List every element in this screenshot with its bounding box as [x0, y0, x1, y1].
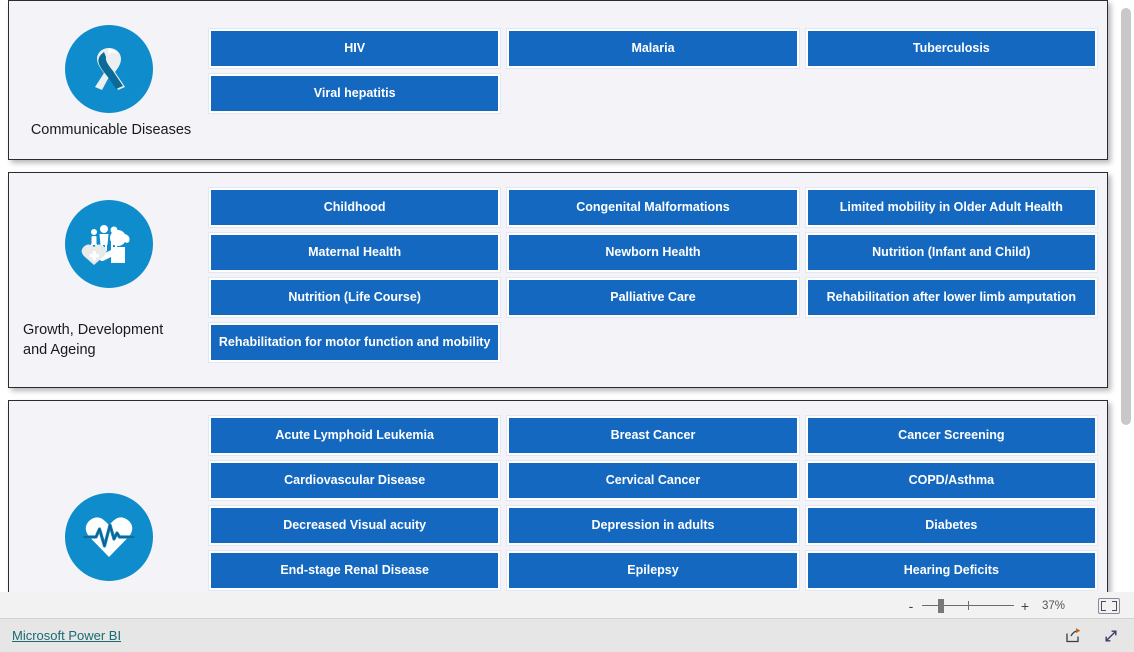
section-communicable-diseases: Communicable Diseases HIV Malaria Tuberc… [8, 0, 1108, 160]
footer-actions [1065, 627, 1120, 645]
tile-cardiovascular-disease[interactable]: Cardiovascular Disease [207, 460, 502, 501]
tile-decreased-visual-acuity[interactable]: Decreased Visual acuity [207, 505, 502, 546]
tile-depression-in-adults[interactable]: Depression in adults [506, 505, 800, 546]
tile-epilepsy[interactable]: Epilepsy [506, 550, 800, 591]
tile-hiv[interactable]: HIV [207, 28, 502, 69]
section-noncommunicable-diseases: Acute Lymphoid Leukemia Breast Cancer Ca… [8, 400, 1108, 592]
zoom-slider-thumb[interactable] [938, 598, 944, 613]
tile-cervical-cancer[interactable]: Cervical Cancer [506, 460, 800, 501]
tile-breast-cancer[interactable]: Breast Cancer [506, 415, 800, 456]
vertical-scrollbar[interactable] [1118, 0, 1134, 592]
family-care-icon [65, 200, 153, 288]
fit-to-screen-icon[interactable] [1098, 597, 1120, 614]
vertical-scrollbar-thumb[interactable] [1121, 8, 1131, 425]
tile-viral-hepatitis[interactable]: Viral hepatitis [207, 73, 502, 114]
tile-newborn-health[interactable]: Newborn Health [506, 232, 800, 273]
category-column: Growth, Development and Ageing [9, 173, 209, 387]
tile-copd-asthma[interactable]: COPD/Asthma [804, 460, 1098, 501]
tile-congenital-malformations[interactable]: Congenital Malformations [506, 187, 800, 228]
zoom-in-button[interactable]: + [1018, 599, 1032, 613]
tile-nutrition-life-course[interactable]: Nutrition (Life Course) [207, 277, 502, 318]
tile-malaria[interactable]: Malaria [506, 28, 800, 69]
heart-pulse-icon [65, 493, 153, 581]
tile-diabetes[interactable]: Diabetes [804, 505, 1098, 546]
tile-palliative-care[interactable]: Palliative Care [506, 277, 800, 318]
power-bi-report-viewer: Communicable Diseases HIV Malaria Tuberc… [0, 0, 1134, 652]
section-label-growth: Growth, Development and Ageing [23, 322, 164, 358]
tile-tuberculosis[interactable]: Tuberculosis [804, 28, 1098, 69]
share-icon[interactable] [1065, 627, 1082, 644]
category-column [9, 401, 209, 592]
report-canvas[interactable]: Communicable Diseases HIV Malaria Tuberc… [0, 0, 1118, 592]
zoom-slider[interactable] [922, 598, 1014, 613]
category-column: Communicable Diseases [9, 1, 209, 159]
tile-end-stage-renal-disease[interactable]: End-stage Renal Disease [207, 550, 502, 591]
tile-rehabilitation-for-motor-function-and-mobility[interactable]: Rehabilitation for motor function and mo… [207, 322, 502, 363]
tile-maternal-health[interactable]: Maternal Health [207, 232, 502, 273]
tile-rehabilitation-after-lower-limb-amputation[interactable]: Rehabilitation after lower limb amputati… [804, 277, 1098, 318]
tile-hearing-deficits[interactable]: Hearing Deficits [804, 550, 1098, 591]
zoom-toolbar: - + 37% [0, 592, 1134, 618]
zoom-out-button[interactable]: - [904, 599, 918, 613]
section-growth-development-ageing: Growth, Development and Ageing Childhood … [8, 172, 1108, 388]
section-label-communicable: Communicable Diseases [30, 122, 192, 138]
microsoft-power-bi-link[interactable]: Microsoft Power BI [12, 628, 121, 643]
tile-childhood[interactable]: Childhood [207, 187, 502, 228]
tile-cancer-screening[interactable]: Cancer Screening [804, 415, 1098, 456]
awareness-ribbon-icon [65, 25, 153, 113]
zoom-slider-tick [968, 600, 969, 610]
tile-grid-ncd: Acute Lymphoid Leukemia Breast Cancer Ca… [207, 401, 1107, 592]
report-footer: Microsoft Power BI [0, 618, 1134, 652]
tile-nutrition-infant-and-child[interactable]: Nutrition (Infant and Child) [804, 232, 1098, 273]
tile-acute-lymphoid-leukemia[interactable]: Acute Lymphoid Leukemia [207, 415, 502, 456]
tile-limited-mobility-older-adult-health[interactable]: Limited mobility in Older Adult Health [804, 187, 1098, 228]
zoom-level-label: 37% [1042, 599, 1066, 612]
tile-grid-communicable: HIV Malaria Tuberculosis Viral hepatitis [207, 1, 1107, 159]
tile-grid-growth: Childhood Congenital Malformations Limit… [207, 173, 1107, 387]
fullscreen-expand-icon[interactable] [1102, 627, 1120, 645]
